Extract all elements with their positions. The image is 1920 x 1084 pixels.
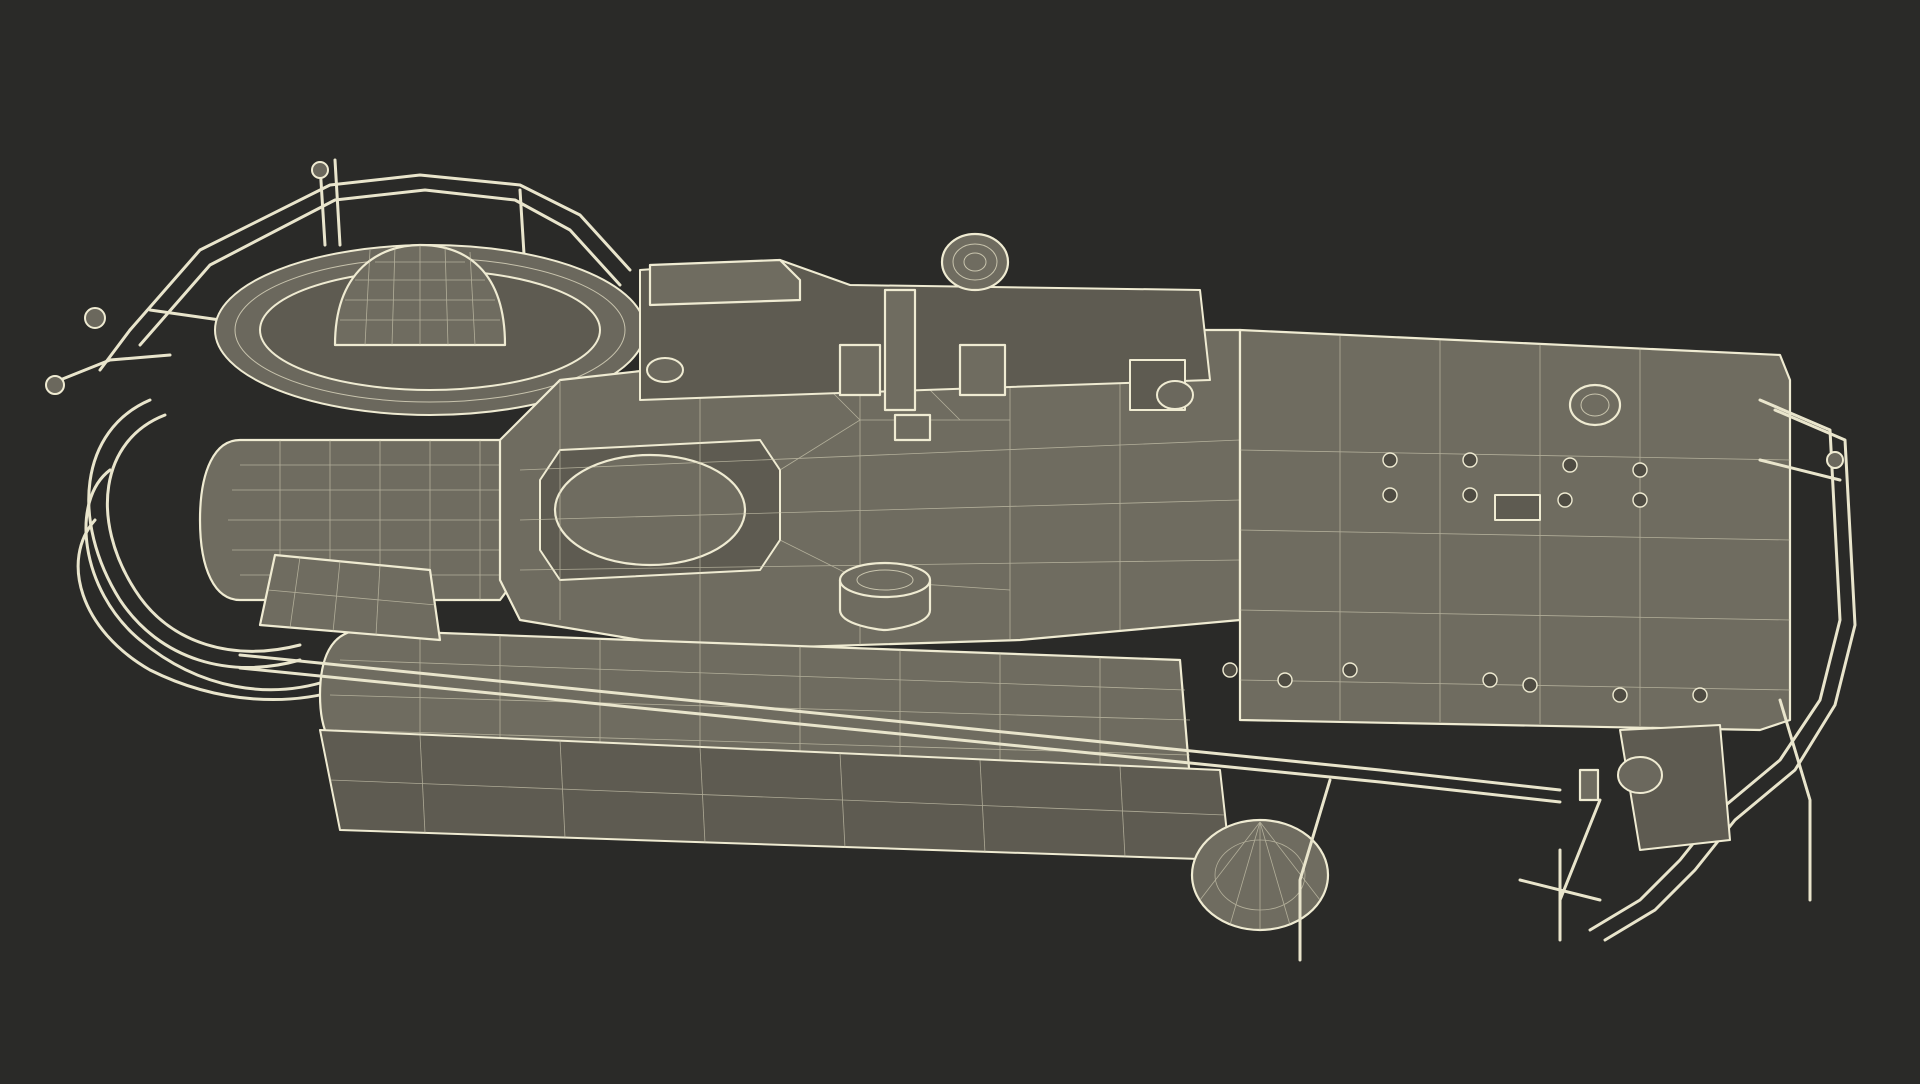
ventral-thruster bbox=[1190, 818, 1330, 932]
aft-equipment-module bbox=[1238, 328, 1792, 732]
forward-side-box bbox=[258, 553, 442, 642]
hull-top-port bbox=[838, 561, 932, 632]
render-viewport bbox=[0, 0, 1920, 1080]
aft-side-equipment bbox=[1578, 724, 1731, 851]
submersible-wireframe-model bbox=[45, 158, 1857, 962]
